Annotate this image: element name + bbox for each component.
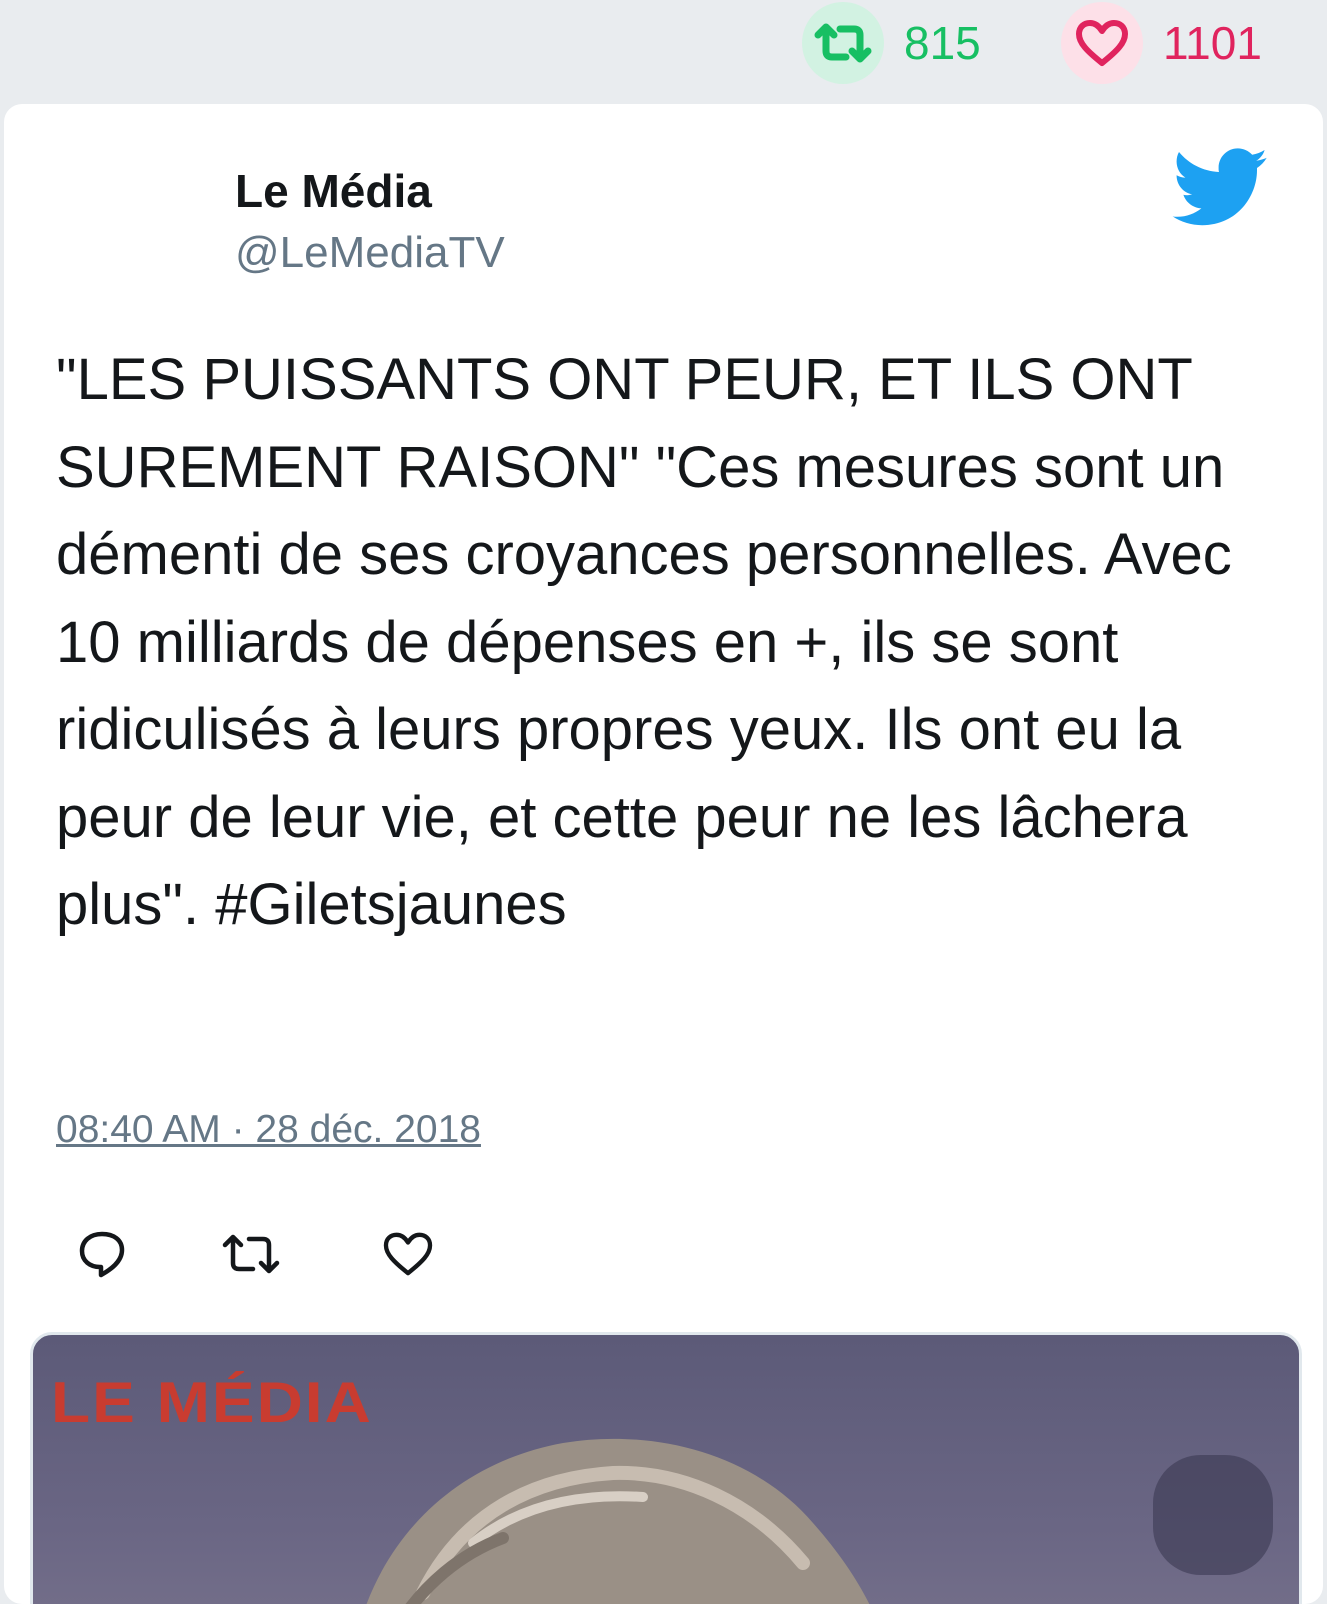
media-person-hair xyxy=(366,1438,870,1604)
stats-bar: 815 1101 xyxy=(0,0,1327,100)
retweet-action-icon[interactable] xyxy=(216,1224,286,1284)
retweet-count-stat[interactable]: 815 xyxy=(802,2,981,84)
retweet-icon[interactable] xyxy=(802,2,884,84)
media-background-shape xyxy=(1153,1455,1273,1575)
author-handle[interactable]: @LeMediaTV xyxy=(235,228,505,278)
tweet-timestamp[interactable]: 08:40 AM · 28 déc. 2018 xyxy=(56,1108,481,1152)
media-logo: LE MÉDIA xyxy=(51,1369,373,1435)
like-count: 1101 xyxy=(1163,17,1262,69)
tweet-card: Le Média @LeMediaTV "LES PUISSANTS ONT P… xyxy=(4,104,1323,1604)
like-action-icon[interactable] xyxy=(378,1224,438,1284)
tweet-text: "LES PUISSANTS ONT PEUR, ET ILS ONT SURE… xyxy=(56,347,1232,937)
author-name[interactable]: Le Média xyxy=(235,164,432,218)
twitter-bird-icon[interactable] xyxy=(1172,148,1270,228)
heart-icon[interactable] xyxy=(1061,2,1143,84)
reply-icon[interactable] xyxy=(72,1224,132,1284)
tweet-media-preview[interactable]: LE MÉDIA xyxy=(30,1332,1302,1604)
like-count-stat[interactable]: 1101 xyxy=(1061,2,1262,84)
tweet-actions xyxy=(56,1224,556,1284)
retweet-count: 815 xyxy=(904,17,981,69)
